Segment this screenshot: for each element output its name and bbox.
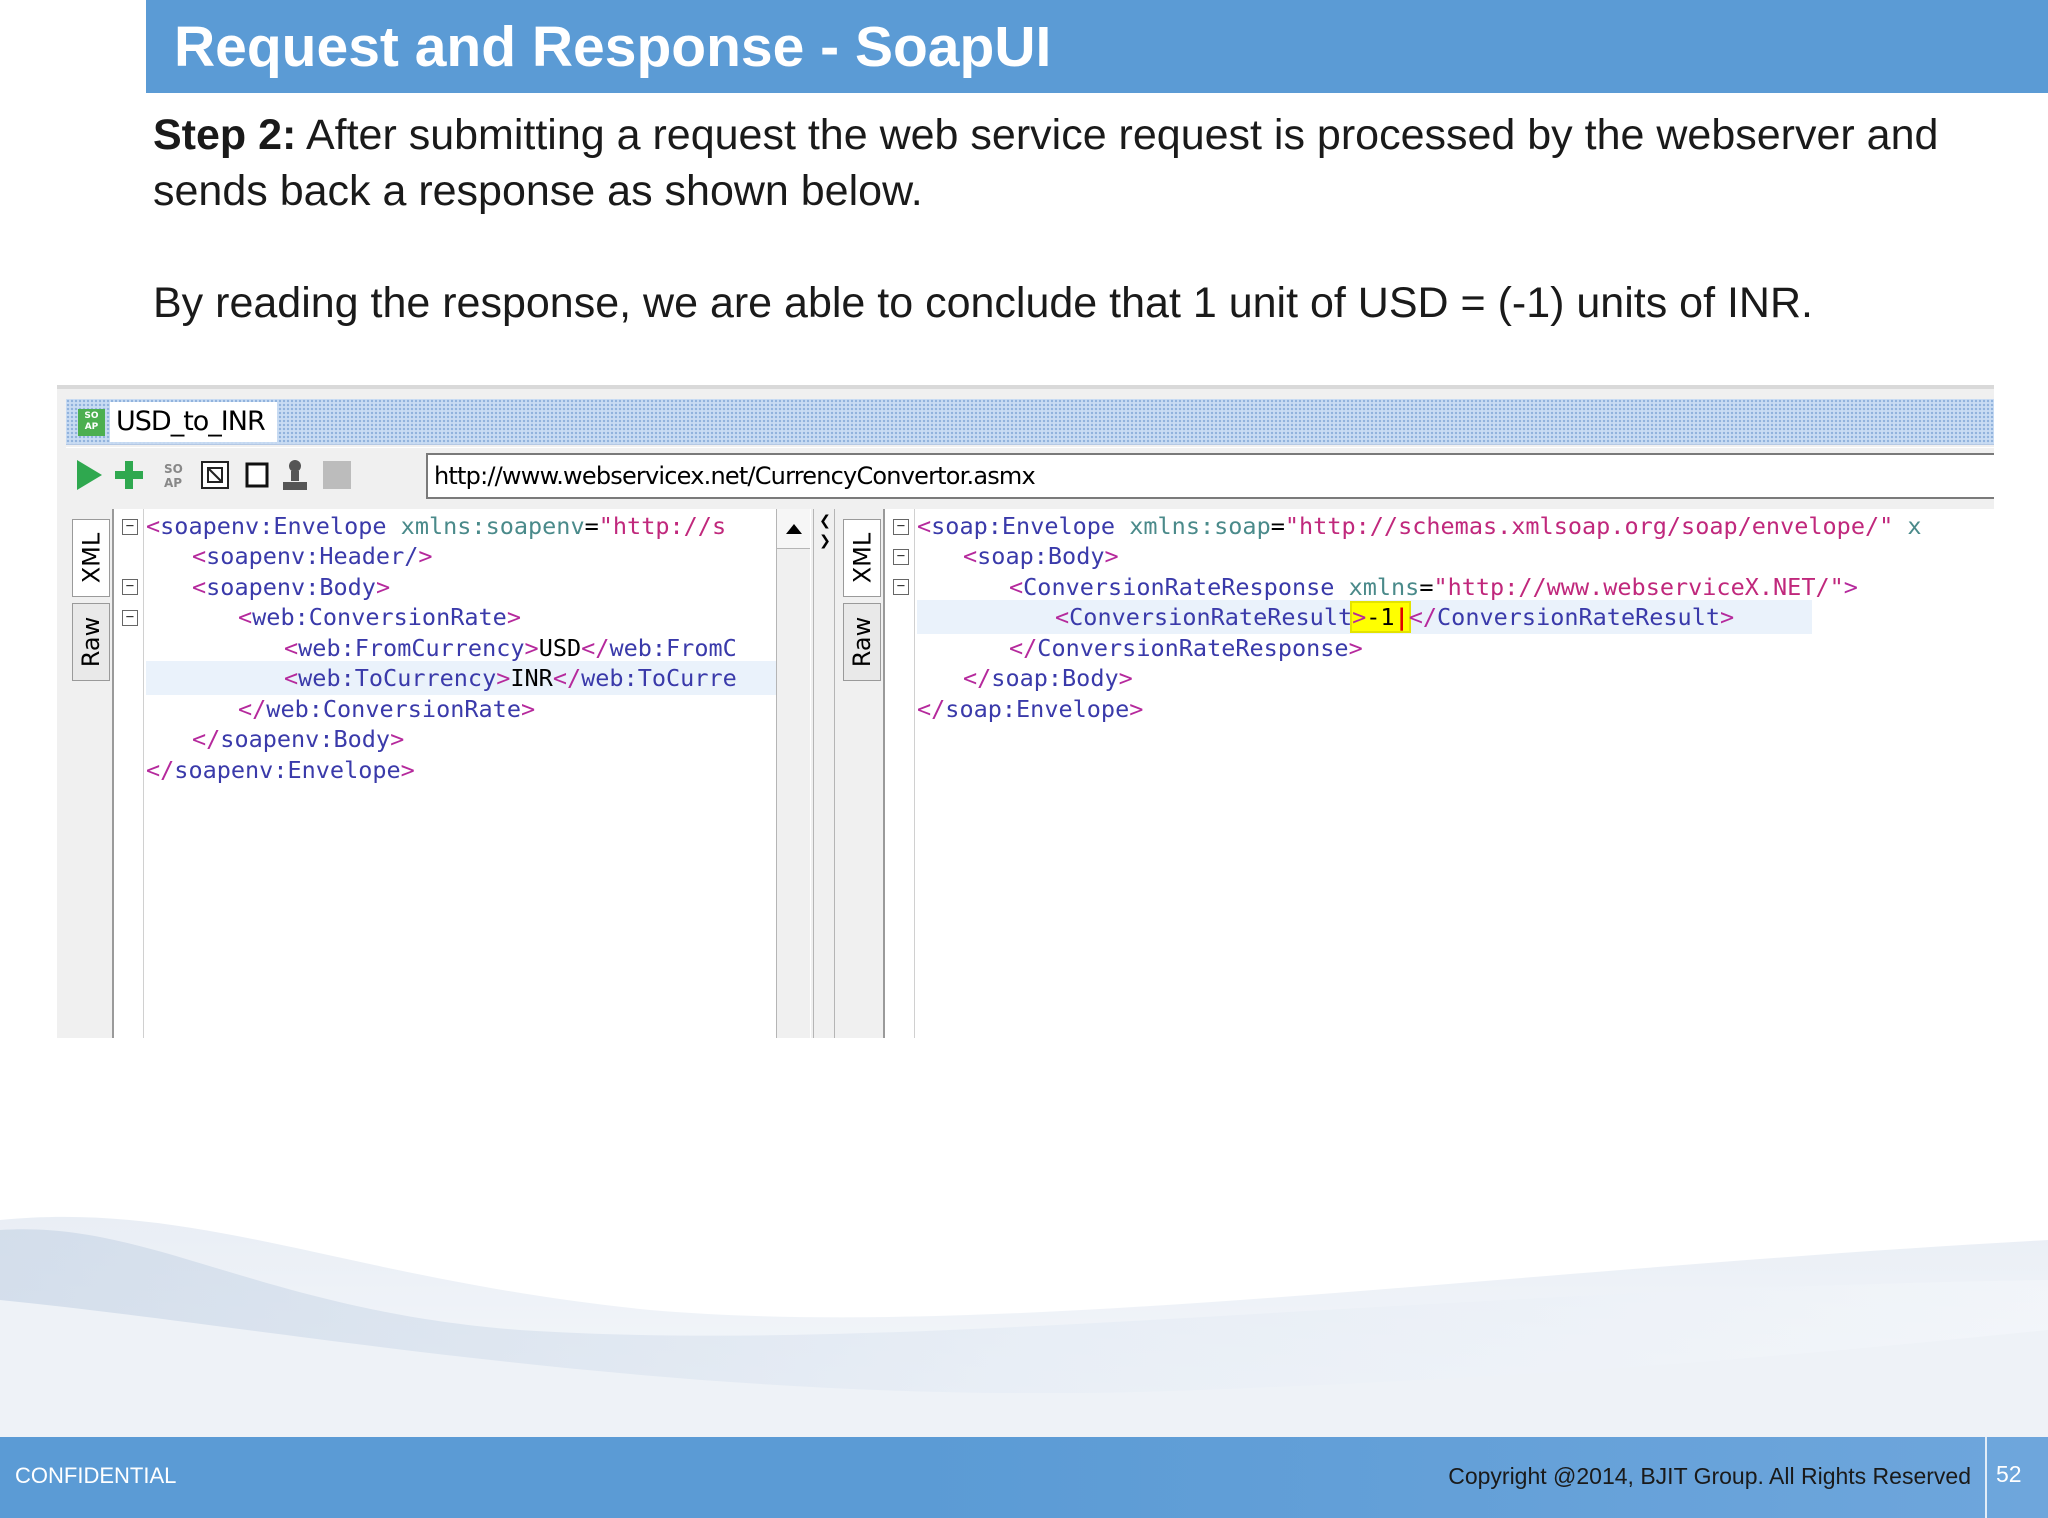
request-name[interactable]: USD_to_INR: [110, 402, 277, 442]
copyright-text: Copyright @2014, BJIT Group. All Rights …: [1448, 1463, 1971, 1489]
slide-footer: CONFIDENTIAL Copyright @2014, BJIT Group…: [0, 1437, 2048, 1518]
fold-toggle-icon[interactable]: −: [893, 519, 909, 535]
fold-gutter: − − −: [116, 509, 144, 1038]
endpoint-url-field[interactable]: http://www.webservicex.net/CurrencyConve…: [426, 453, 1994, 499]
fold-toggle-icon[interactable]: −: [122, 579, 138, 595]
code-line: <ConversionRateResult>-1|</ConversionRat…: [1055, 603, 1735, 631]
request-editor: XML Raw − − − <soapenv:Envelope xmlns:so…: [66, 509, 811, 1038]
user-icon[interactable]: [278, 458, 312, 492]
play-icon[interactable]: [72, 458, 106, 492]
soapui-window: SO AP USD_to_INR SO AP http://www.webserv…: [57, 385, 1994, 1038]
code-line: <ConversionRateResponse xmlns="http://ww…: [1009, 573, 1858, 601]
slide-title-bar: Request and Response - SoapUI: [146, 0, 2048, 93]
code-line: <soap:Body>: [963, 542, 1119, 570]
code-line: <soapenv:Body>: [192, 573, 391, 601]
slide-body: Step 2: After submitting a request the w…: [153, 107, 2013, 331]
confidential-label: CONFIDENTIAL: [15, 1463, 177, 1488]
tab-response-xml[interactable]: XML: [843, 519, 881, 597]
code-line: </ConversionRateResponse>: [1009, 634, 1363, 662]
request-toolbar: SO AP http://www.webservicex.net/Currency…: [66, 447, 1994, 501]
request-xml-code[interactable]: <soapenv:Envelope xmlns:soapenv="http://…: [146, 509, 811, 1038]
code-line: <web:FromCurrency>USD</web:FromC: [284, 634, 737, 662]
tab-request-xml[interactable]: XML: [72, 519, 110, 597]
tab-request-raw[interactable]: Raw: [72, 603, 110, 681]
step-label: Step 2:: [153, 111, 297, 159]
code-line: <soap:Envelope xmlns:soap="http://schema…: [917, 512, 1922, 540]
svg-text:SO: SO: [164, 462, 183, 476]
code-line: </soapenv:Envelope>: [146, 756, 415, 784]
fold-toggle-icon[interactable]: −: [122, 519, 138, 535]
soap-icon[interactable]: SO AP: [158, 458, 192, 492]
code-line: </soap:Body>: [963, 664, 1133, 692]
collapse-left-icon[interactable]: ❮: [816, 511, 834, 531]
refresh-icon[interactable]: [198, 458, 232, 492]
add-icon[interactable]: [112, 458, 146, 492]
fold-gutter: − − −: [887, 509, 915, 1038]
response-editor: XML Raw − − − <soap:Envelope xmlns:soap=…: [837, 509, 1994, 1038]
page-number: 52: [1996, 1461, 2022, 1487]
svg-text:AP: AP: [164, 476, 182, 490]
pane-splitter[interactable]: ❮ ❯: [813, 509, 835, 1038]
slide-title: Request and Response - SoapUI: [174, 15, 1052, 79]
code-line: </soap:Envelope>: [917, 695, 1144, 723]
response-view-tabs: XML Raw: [837, 509, 885, 1038]
fold-toggle-icon[interactable]: −: [122, 610, 138, 626]
background-wave: [0, 1216, 2048, 1440]
conclusion-paragraph: By reading the response, we are able to …: [153, 279, 1813, 327]
code-line: <soapenv:Header/>: [192, 542, 433, 570]
step-text: After submitting a request the web servi…: [153, 111, 1939, 215]
collapse-right-icon[interactable]: ❯: [816, 531, 834, 551]
footer-divider: [1985, 1437, 1987, 1518]
step-paragraph: Step 2: After submitting a request the w…: [153, 107, 2013, 219]
scroll-up-icon[interactable]: [777, 509, 810, 549]
request-scrollbar[interactable]: [776, 509, 810, 1038]
stop-icon[interactable]: [320, 458, 354, 492]
code-line: </web:ConversionRate>: [238, 695, 536, 723]
fold-toggle-icon[interactable]: −: [893, 549, 909, 565]
code-line: <web:ToCurrency>INR</web:ToCurre: [284, 664, 737, 692]
code-line: <web:ConversionRate>: [238, 603, 521, 631]
soap-logo-icon: SO AP: [78, 409, 105, 436]
text-cursor: |: [1394, 603, 1409, 631]
request-title-bar: SO AP USD_to_INR: [66, 399, 1994, 445]
code-line: </soapenv:Body>: [192, 725, 405, 753]
response-xml-code[interactable]: <soap:Envelope xmlns:soap="http://schema…: [917, 509, 1994, 1038]
request-view-tabs: XML Raw: [66, 509, 114, 1038]
tab-response-raw[interactable]: Raw: [843, 603, 881, 681]
code-line: <soapenv:Envelope xmlns:soapenv="http://…: [146, 512, 727, 540]
conversion-result-value: -1: [1366, 603, 1395, 631]
fold-toggle-icon[interactable]: −: [893, 579, 909, 595]
checkbox-icon[interactable]: [240, 458, 274, 492]
